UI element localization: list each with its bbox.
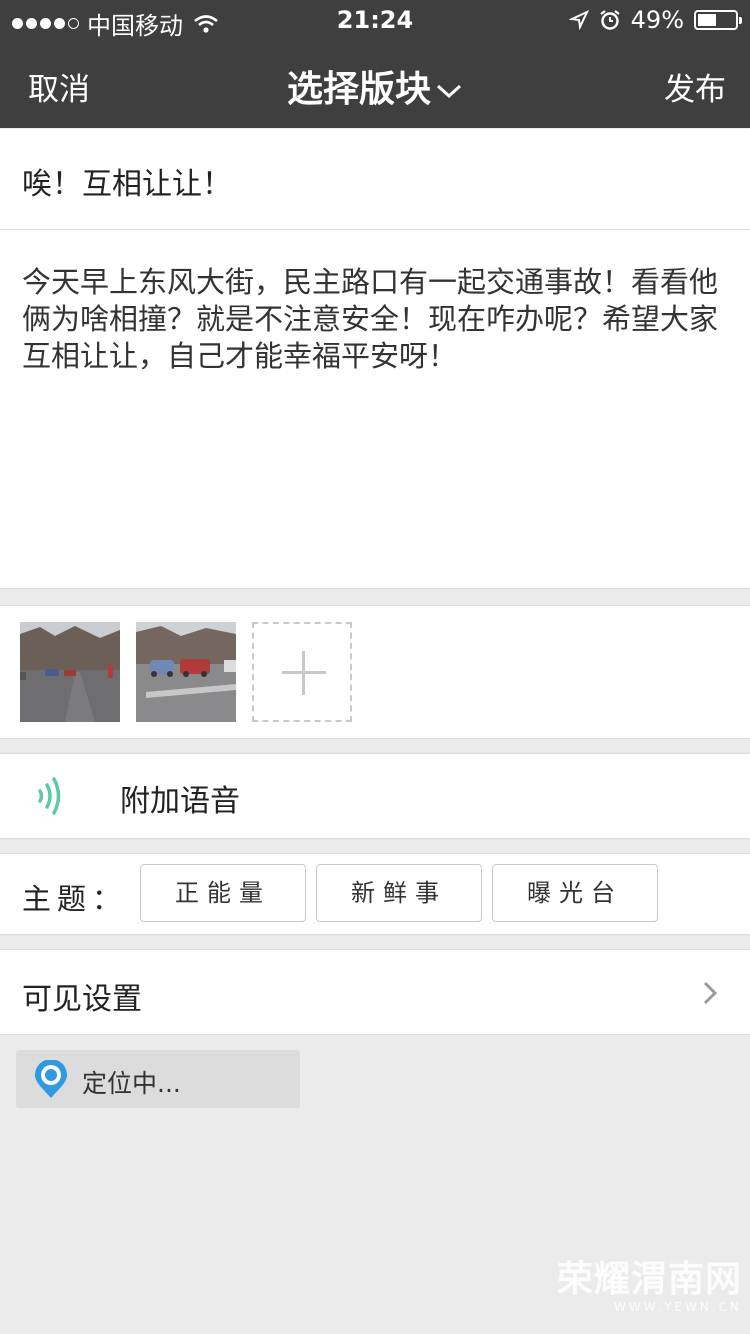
post-body-text: 今天早上东风大街，民主路口有一起交通事故！看看他俩为啥相撞？就是不注意安全！现在…	[22, 265, 719, 373]
location-pin-icon	[35, 1060, 67, 1098]
photo-thumbnail[interactable]	[20, 622, 120, 722]
nav-bar: 取消 选择版块 发布	[0, 40, 750, 128]
section-selector[interactable]: 选择版块	[0, 60, 750, 112]
visibility-settings-row[interactable]: 可见设置	[0, 949, 750, 1035]
visibility-settings-label: 可见设置	[22, 982, 142, 1017]
post-title-field[interactable]: 唉！互相让让！	[0, 129, 750, 230]
chevron-down-icon	[436, 84, 462, 99]
watermark-text: 荣耀渭南网	[556, 1259, 742, 1300]
attach-voice-label: 附加语音	[120, 784, 240, 819]
attach-voice-row[interactable]: 附加语音	[0, 753, 750, 839]
location-status: 定位中...	[82, 1069, 181, 1098]
section-selector-label: 选择版块	[286, 69, 431, 110]
watermark-logo: 荣耀渭南网 WWW.YEWN.CN	[542, 1250, 742, 1314]
street-photo-image	[136, 622, 236, 722]
topic-tag-news[interactable]: 新鲜事	[316, 864, 482, 922]
publish-button[interactable]: 发布	[664, 64, 726, 109]
add-photo-button[interactable]	[252, 622, 352, 722]
topic-tag-exposure[interactable]: 曝光台	[492, 864, 658, 922]
post-title-text: 唉！互相让让！	[22, 167, 232, 202]
status-bar: 中国移动 21:24 49%	[0, 0, 750, 40]
voice-wave-icon	[38, 777, 61, 815]
location-button[interactable]: 定位中...	[16, 1050, 300, 1108]
topic-selector: 主题： 正能量 新鲜事 曝光台	[0, 853, 750, 935]
watermark-url: WWW.YEWN.CN	[614, 1300, 742, 1314]
photo-thumbnail[interactable]	[136, 622, 236, 722]
chevron-right-icon	[703, 981, 718, 1005]
post-body-field[interactable]: 今天早上东风大街，民主路口有一起交通事故！看看他俩为啥相撞？就是不注意安全！现在…	[0, 230, 750, 589]
photo-picker	[0, 605, 750, 739]
topic-tag-positive-energy[interactable]: 正能量	[140, 864, 306, 922]
topic-label: 主题：	[22, 882, 128, 916]
street-photo-image	[20, 622, 120, 722]
location-arrow-icon	[568, 10, 589, 30]
alarm-icon	[599, 10, 620, 30]
battery-percent: 49%	[630, 6, 684, 34]
battery-icon	[694, 10, 742, 30]
